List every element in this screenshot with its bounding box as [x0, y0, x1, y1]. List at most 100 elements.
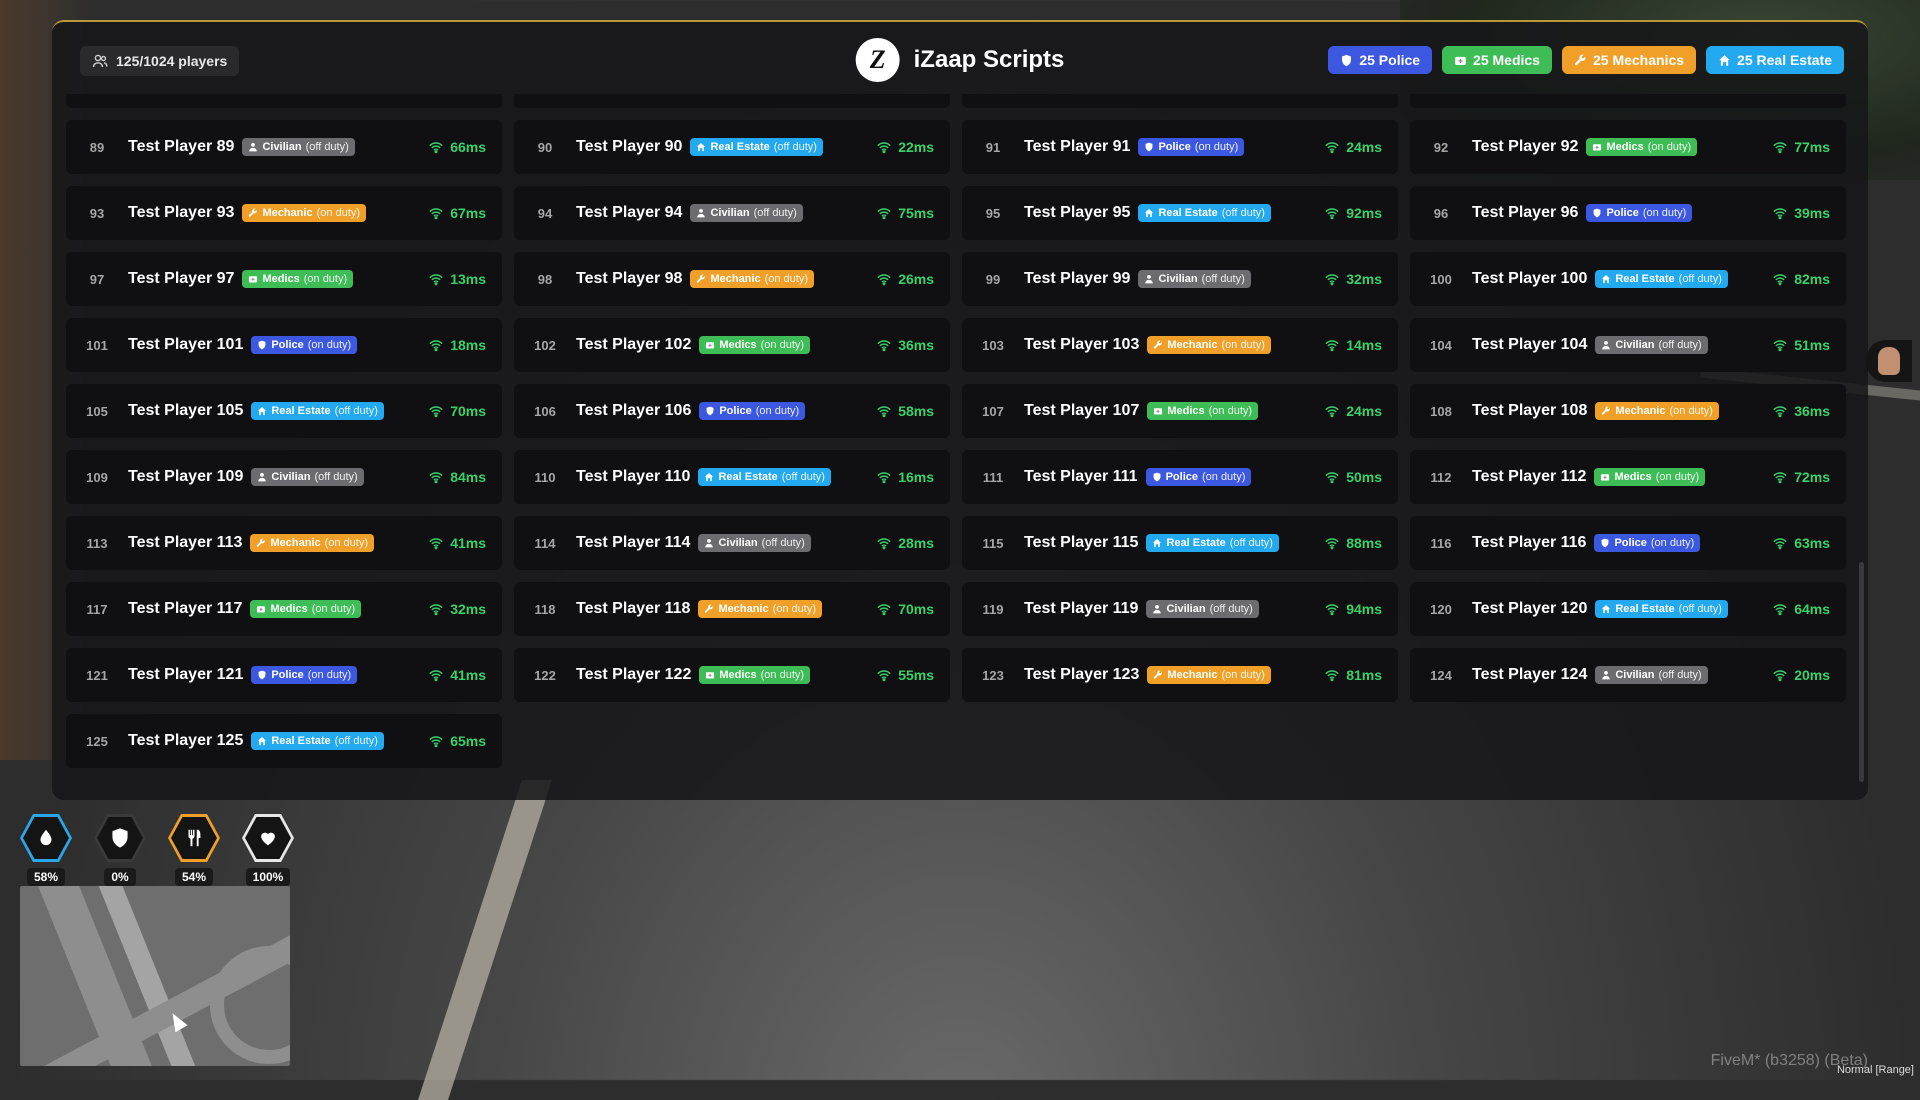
- duty-status: (on duty): [1655, 471, 1700, 483]
- player-grid[interactable]: 85Test Player 85Real Estate(off duty)84m…: [66, 94, 1846, 798]
- ping-value: 32ms: [450, 601, 486, 617]
- brand-logo: Z: [855, 38, 900, 82]
- job-counter[interactable]: 25 Real Estate: [1706, 46, 1844, 74]
- player-card[interactable]: 90 Test Player 90 Real Estate (off duty) 22m…: [514, 120, 950, 174]
- ping: 55ms: [877, 667, 934, 683]
- player-id: 90: [537, 139, 553, 155]
- job-counter[interactable]: 25 Medics: [1442, 46, 1552, 74]
- job-name: Civilian: [710, 207, 750, 219]
- player-card[interactable]: 100 Test Player 100 Real Estate (off duty) 8…: [1410, 252, 1846, 306]
- player-card[interactable]: 107 Test Player 107 Medics (on duty) 24ms: [962, 384, 1398, 438]
- ping-value: 36ms: [898, 337, 934, 353]
- player-card[interactable]: 95 Test Player 95 Real Estate (off duty) 92m…: [962, 186, 1398, 240]
- ping: 14ms: [1325, 337, 1382, 353]
- player-card[interactable]: 117 Test Player 117 Medics (on duty) 32ms: [66, 582, 502, 636]
- house-icon: [1601, 604, 1611, 614]
- player-card[interactable]: 106 Test Player 106 Police (on duty) 58ms: [514, 384, 950, 438]
- player-card[interactable]: 121 Test Player 121 Police (on duty) 41ms: [66, 648, 502, 702]
- player-card[interactable]: 91 Test Player 91 Police (on duty) 24ms: [962, 120, 1398, 174]
- player-card[interactable]: 94 Test Player 94 Civilian (off duty) 75ms: [514, 186, 950, 240]
- player-id: 103: [982, 337, 1004, 353]
- job-name: Police: [1614, 537, 1647, 549]
- player-id: 91: [985, 139, 1001, 155]
- player-card[interactable]: 99 Test Player 99 Civilian (off duty) 32ms: [962, 252, 1398, 306]
- duty-status: (on duty): [1669, 405, 1713, 417]
- hud-hunger: 54%: [168, 814, 220, 886]
- player-card[interactable]: 118 Test Player 118 Mechanic (on duty) 70ms: [514, 582, 950, 636]
- player-card[interactable]: 104 Test Player 104 Civilian (off duty) 51ms: [1410, 318, 1846, 372]
- job-name: Civilian: [718, 537, 758, 549]
- player-card[interactable]: 88Test Player 88Mechanic(off duty)24ms: [1410, 94, 1846, 108]
- player-card[interactable]: 109 Test Player 109 Civilian (off duty) 84ms: [66, 450, 502, 504]
- duty-status: (off duty): [334, 405, 378, 417]
- player-card[interactable]: 97 Test Player 97 Medics (on duty) 13ms: [66, 252, 502, 306]
- player-card[interactable]: 102 Test Player 102 Medics (on duty) 36ms: [514, 318, 950, 372]
- ping: 75ms: [877, 205, 934, 221]
- player-name: Test Player 109: [128, 468, 244, 485]
- job-counter[interactable]: 25 Police: [1328, 46, 1433, 74]
- player-name: Test Player 104: [1472, 336, 1588, 353]
- player-card[interactable]: 114 Test Player 114 Civilian (off duty) 28ms: [514, 516, 950, 570]
- job-name: Real Estate: [271, 405, 331, 417]
- player-card[interactable]: 110 Test Player 110 Real Estate (off duty) 1…: [514, 450, 950, 504]
- wifi-icon: [877, 404, 891, 418]
- player-id: 93: [89, 205, 105, 221]
- ping: 28ms: [877, 535, 934, 551]
- player-card[interactable]: 101 Test Player 101 Police (on duty) 18ms: [66, 318, 502, 372]
- duty-status: (on duty): [760, 669, 805, 681]
- player-card[interactable]: 96 Test Player 96 Police (on duty) 39ms: [1410, 186, 1846, 240]
- player-card[interactable]: 122 Test Player 122 Medics (on duty) 55ms: [514, 648, 950, 702]
- player-card[interactable]: 125 Test Player 125 Real Estate (off duty) 6…: [66, 714, 502, 768]
- ping: 70ms: [429, 403, 486, 419]
- ping-value: 82ms: [1794, 271, 1830, 287]
- player-card[interactable]: 123 Test Player 123 Mechanic (on duty) 81ms: [962, 648, 1398, 702]
- ping-value: 51ms: [1794, 337, 1830, 353]
- player-card[interactable]: 86Test Player 86Police(off duty)70ms: [514, 94, 950, 108]
- player-card[interactable]: 85Test Player 85Real Estate(off duty)84m…: [66, 94, 502, 108]
- player-card[interactable]: 87Test Player 87Medics(off duty)37ms: [962, 94, 1398, 108]
- player-card[interactable]: 120 Test Player 120 Real Estate (off duty) 6…: [1410, 582, 1846, 636]
- player-card[interactable]: 119 Test Player 119 Civilian (off duty) 94ms: [962, 582, 1398, 636]
- ping: 72ms: [1773, 469, 1830, 485]
- player-card[interactable]: 89 Test Player 89 Civilian (off duty) 66ms: [66, 120, 502, 174]
- player-card[interactable]: 124 Test Player 124 Civilian (off duty) 20ms: [1410, 648, 1846, 702]
- player-card[interactable]: 113 Test Player 113 Mechanic (on duty) 41ms: [66, 516, 502, 570]
- player-card[interactable]: 116 Test Player 116 Police (on duty) 63ms: [1410, 516, 1846, 570]
- job-name: Medics: [270, 603, 308, 615]
- job-badge: Medics (on duty): [242, 270, 354, 288]
- player-id: 94: [537, 205, 553, 221]
- wifi-icon: [877, 206, 891, 220]
- player-id: 99: [985, 271, 1001, 287]
- player-name: Test Player 125: [128, 732, 244, 749]
- job-name: Police: [1158, 141, 1191, 153]
- ping: 41ms: [429, 535, 486, 551]
- player-card[interactable]: 115 Test Player 115 Real Estate (off duty) 8…: [962, 516, 1398, 570]
- job-name: Civilian: [271, 471, 311, 483]
- scrollbar[interactable]: [1859, 562, 1864, 782]
- duty-status: (off duty): [305, 141, 349, 153]
- shield-icon: [1592, 208, 1602, 218]
- job-counter-label: 25 Police: [1359, 52, 1421, 68]
- job-badge: Civilian (off duty): [698, 534, 811, 552]
- fork-knife-icon: [183, 827, 205, 849]
- player-card[interactable]: 108 Test Player 108 Mechanic (on duty) 36ms: [1410, 384, 1846, 438]
- player-name: Test Player 105: [128, 402, 244, 419]
- player-card[interactable]: 98 Test Player 98 Mechanic (on duty) 26ms: [514, 252, 950, 306]
- wifi-icon: [429, 536, 443, 550]
- player-name: Test Player 112: [1472, 468, 1587, 485]
- medkit-icon: [1454, 54, 1467, 67]
- duty-status: (on duty): [1221, 339, 1265, 351]
- player-card[interactable]: 103 Test Player 103 Mechanic (on duty) 14ms: [962, 318, 1398, 372]
- wifi-icon: [429, 338, 443, 352]
- player-card[interactable]: 105 Test Player 105 Real Estate (off duty) 7…: [66, 384, 502, 438]
- player-card[interactable]: 111 Test Player 111 Police (on duty) 50ms: [962, 450, 1398, 504]
- player-card[interactable]: 93 Test Player 93 Mechanic (on duty) 67ms: [66, 186, 502, 240]
- player-id: 104: [1430, 337, 1452, 353]
- status-hud: 58% 0% 54% 100%: [20, 814, 294, 886]
- player-card[interactable]: 112 Test Player 112 Medics (on duty) 72ms: [1410, 450, 1846, 504]
- duty-status: (on duty): [1208, 405, 1253, 417]
- job-counter[interactable]: 25 Mechanics: [1561, 46, 1697, 74]
- player-card[interactable]: 92 Test Player 92 Medics (on duty) 77ms: [1410, 120, 1846, 174]
- player-name: Test Player 116: [1472, 534, 1587, 551]
- job-badge: Medics (on duty): [1586, 138, 1698, 156]
